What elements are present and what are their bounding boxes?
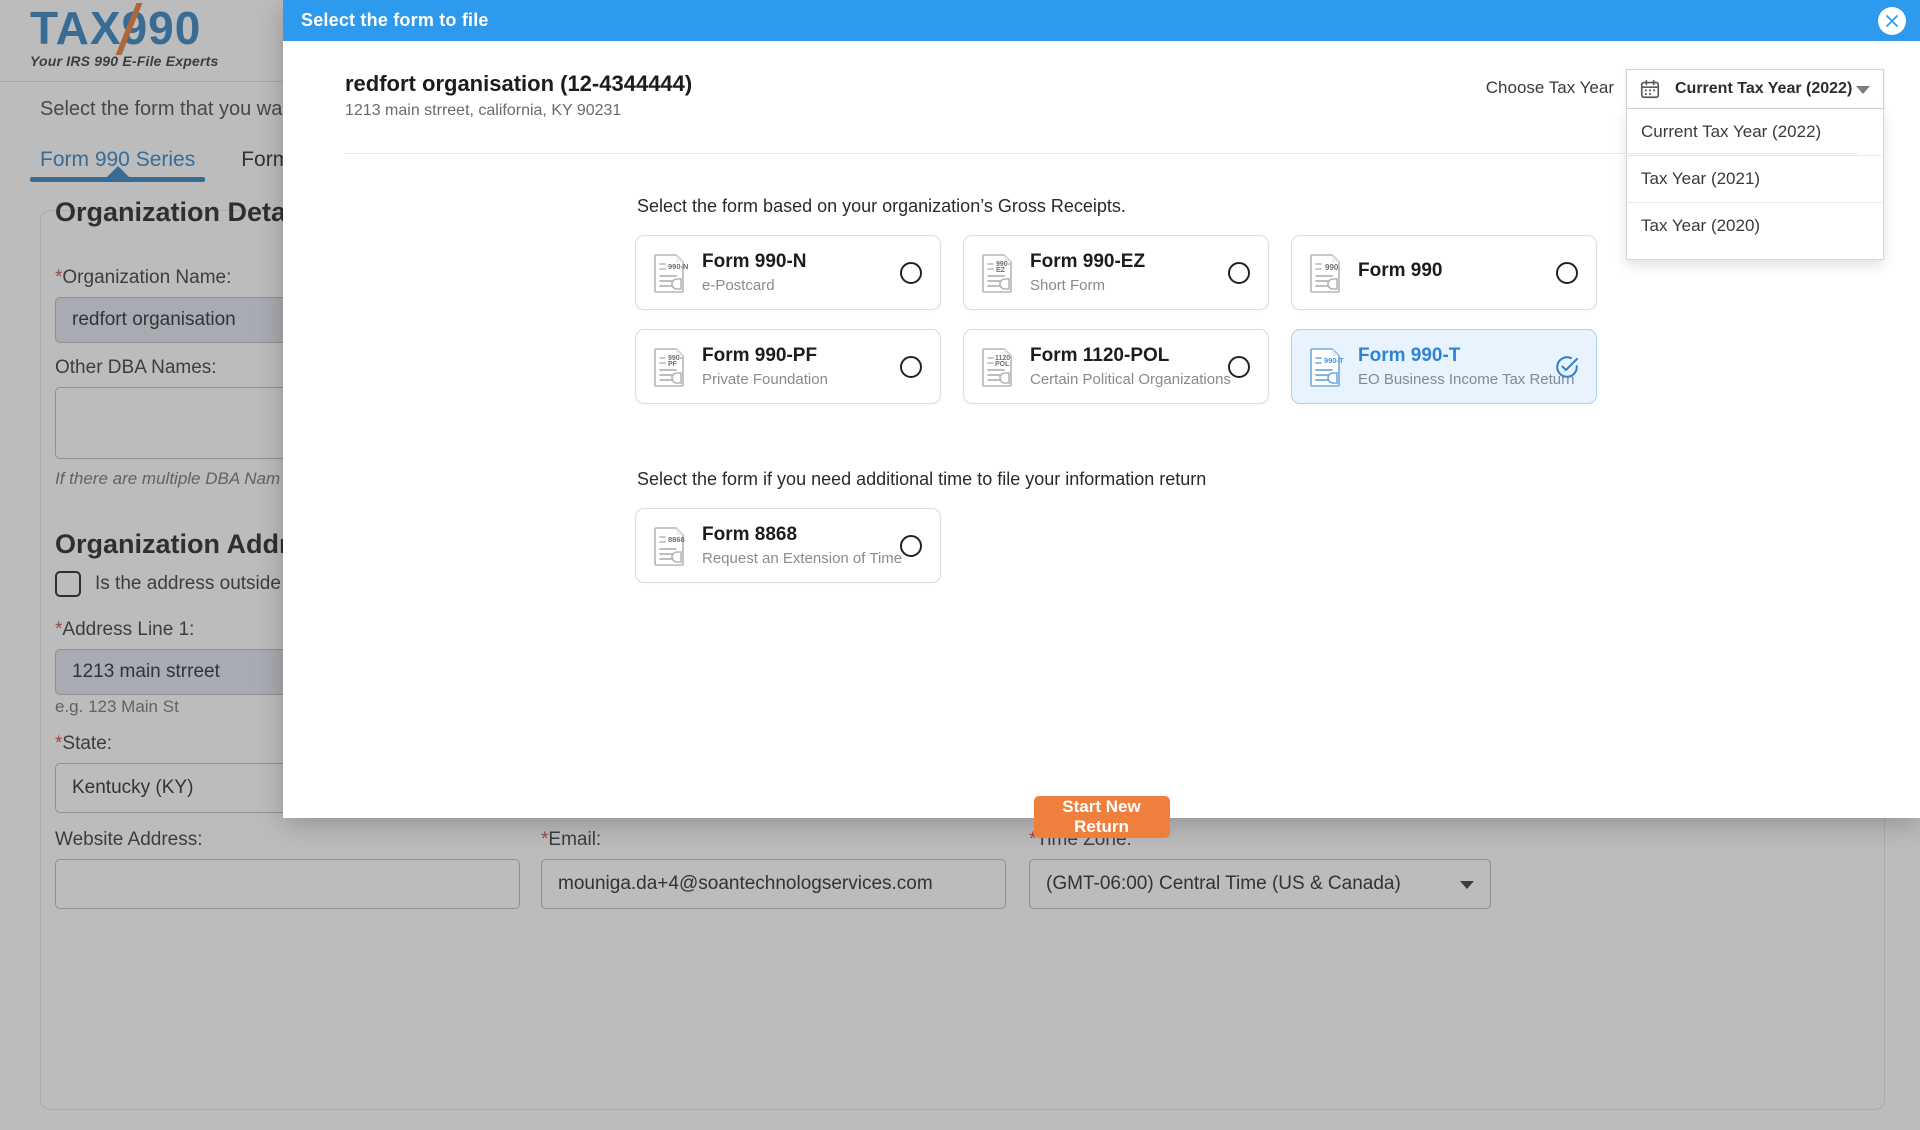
- website-input[interactable]: [55, 859, 520, 909]
- svg-text:8868: 8868: [668, 535, 685, 544]
- gross-receipts-instruction: Select the form based on your organizati…: [637, 196, 1126, 216]
- modal-title: Select the form to file: [301, 10, 489, 30]
- form-card-8868[interactable]: 8868 Form 8868 Request an Extension of T…: [635, 508, 941, 583]
- svg-text:990: 990: [1325, 263, 1339, 272]
- svg-text:990-N: 990-N: [668, 262, 688, 271]
- close-icon[interactable]: [1878, 6, 1906, 35]
- form-radio-button[interactable]: [1556, 261, 1578, 284]
- tax-year-select[interactable]: Current Tax Year (2022): [1626, 69, 1884, 109]
- form-card-text: Form 990-N e-Postcard: [702, 250, 807, 295]
- tax990-logo[interactable]: TAX990 Your IRS 990 E-File Experts: [30, 2, 219, 69]
- form-card-990t[interactable]: 990-T Form 990-T EO Business Income Tax …: [1291, 329, 1597, 404]
- extension-section: Select the form if you need additional t…: [635, 469, 1855, 583]
- form-card-text: Form 1120-POL Certain Political Organiza…: [1030, 344, 1231, 389]
- form-card-subtitle: Certain Political Organizations: [1030, 370, 1231, 388]
- form-card-990n[interactable]: 990-N Form 990-N e-Postcard: [635, 235, 941, 310]
- form-card-text: Form 990-EZ Short Form: [1030, 250, 1145, 295]
- modal-body: redfort organisation (12-4344444) 1213 m…: [283, 41, 1920, 838]
- form-card-subtitle: Request an Extension of Time: [702, 549, 903, 567]
- logo-tagline: Your IRS 990 E-File Experts: [30, 53, 219, 69]
- dba-names-label: Other DBA Names:: [55, 357, 217, 378]
- form-card-990pf[interactable]: 990- PF Form 990-PF Private Foundation: [635, 329, 941, 404]
- extension-instruction: Select the form if you need additional t…: [637, 469, 1207, 489]
- chevron-down-icon: [1460, 881, 1474, 889]
- form-radio-button[interactable]: [900, 261, 922, 284]
- form-document-icon: 990: [1304, 251, 1346, 295]
- tax-year-label: Choose Tax Year: [1485, 78, 1614, 97]
- form-card-title: Form 8868: [702, 524, 798, 546]
- form-card-1120pol[interactable]: 1120 POL Form 1120-POL Certain Political…: [963, 329, 1269, 404]
- form-card-990ez[interactable]: 990- EZ Form 990-EZ Short Form: [963, 235, 1269, 310]
- check-circle-icon[interactable]: [1554, 354, 1580, 380]
- state-label: *State:: [55, 733, 113, 754]
- form-card-title: Form 1120-POL: [1030, 345, 1170, 367]
- org-name-label: *Organization Name:: [55, 267, 232, 288]
- form-radio-button[interactable]: [1228, 261, 1250, 284]
- address-line1-hint: e.g. 123 Main St: [55, 697, 179, 716]
- modal-header: Select the form to file: [283, 0, 1920, 41]
- address-outside-us-checkbox[interactable]: [55, 571, 81, 597]
- chevron-down-icon: [1856, 86, 1870, 94]
- form-document-icon: 990-T: [1304, 345, 1346, 389]
- form-document-icon: 1120 POL: [976, 345, 1018, 389]
- calendar-icon: [1639, 78, 1661, 100]
- dba-names-hint: If there are multiple DBA Nam: [55, 469, 281, 488]
- form-radio-button[interactable]: [1228, 355, 1250, 378]
- form-card-subtitle: e-Postcard: [702, 276, 775, 294]
- svg-text:PF: PF: [668, 361, 678, 368]
- tax-year-option-2022[interactable]: Current Tax Year (2022): [1627, 109, 1883, 156]
- form-card-title: Form 990-EZ: [1030, 251, 1146, 273]
- form-card-subtitle: Short Form: [1030, 276, 1106, 294]
- state-select-value: Kentucky (KY): [72, 777, 194, 798]
- form-card-text: Form 8868 Request an Extension of Time: [702, 523, 902, 568]
- extension-form-grid: 8868 Form 8868 Request an Extension of T…: [635, 508, 1855, 583]
- start-new-return-button[interactable]: Start New Return: [1033, 796, 1170, 838]
- form-card-title: Form 990-PF: [702, 345, 818, 367]
- website-label: Website Address:: [55, 829, 203, 850]
- page-subtitle: Select the form that you want: [40, 98, 300, 120]
- form-card-title: Form 990-T: [1358, 345, 1461, 367]
- form-document-icon: 990- PF: [648, 345, 690, 389]
- form-card-text: Form 990-T EO Business Income Tax Return: [1358, 344, 1575, 389]
- gross-receipts-section: Select the form based on your organizati…: [635, 196, 1855, 404]
- form-card-subtitle: EO Business Income Tax Return: [1358, 370, 1575, 388]
- tab-form-990-series[interactable]: Form 990 Series: [29, 148, 206, 182]
- logo-wordmark: TAX990: [30, 2, 202, 55]
- form-document-icon: 990-N: [648, 251, 690, 295]
- form-document-icon: 8868: [648, 524, 690, 568]
- timezone-select[interactable]: (GMT-06:00) Central Time (US & Canada): [1029, 859, 1491, 909]
- form-card-text: Form 990-PF Private Foundation: [702, 344, 828, 389]
- form-type-tabs: Form 990 Series Form: [29, 148, 290, 182]
- gross-receipts-form-grid: 990-N Form 990-N e-Postcard 990- EZ Form…: [635, 235, 1855, 404]
- tab-caret-icon: [106, 166, 129, 177]
- form-card-text: Form 990: [1358, 259, 1442, 286]
- timezone-select-value: (GMT-06:00) Central Time (US & Canada): [1046, 873, 1401, 894]
- svg-text:EZ: EZ: [996, 267, 1006, 274]
- tax-year-selected-value: Current Tax Year (2022): [1675, 80, 1853, 97]
- form-card-990[interactable]: 990 Form 990: [1291, 235, 1597, 310]
- address-outside-us-label: Is the address outside: [95, 573, 281, 594]
- email-label: *Email:: [541, 829, 602, 850]
- form-radio-button[interactable]: [900, 534, 922, 557]
- form-card-title: Form 990: [1358, 260, 1443, 282]
- tax-year-control: Choose Tax Year Current Tax Year (2022) …: [1485, 69, 1884, 260]
- form-card-subtitle: Private Foundation: [702, 370, 828, 388]
- svg-text:990-T: 990-T: [1324, 356, 1344, 365]
- form-card-title: Form 990-N: [702, 251, 807, 273]
- form-radio-button[interactable]: [900, 355, 922, 378]
- form-document-icon: 990- EZ: [976, 251, 1018, 295]
- address-line1-label: *Address Line 1:: [55, 619, 195, 640]
- select-form-modal: Select the form to file redfort organisa…: [283, 0, 1920, 838]
- email-input[interactable]: mouniga.da+4@soantechnologservices.com: [541, 859, 1006, 909]
- modal-divider: [345, 153, 1858, 154]
- svg-text:POL: POL: [995, 361, 1010, 368]
- section-title-org-details: Organization Details: [55, 197, 317, 227]
